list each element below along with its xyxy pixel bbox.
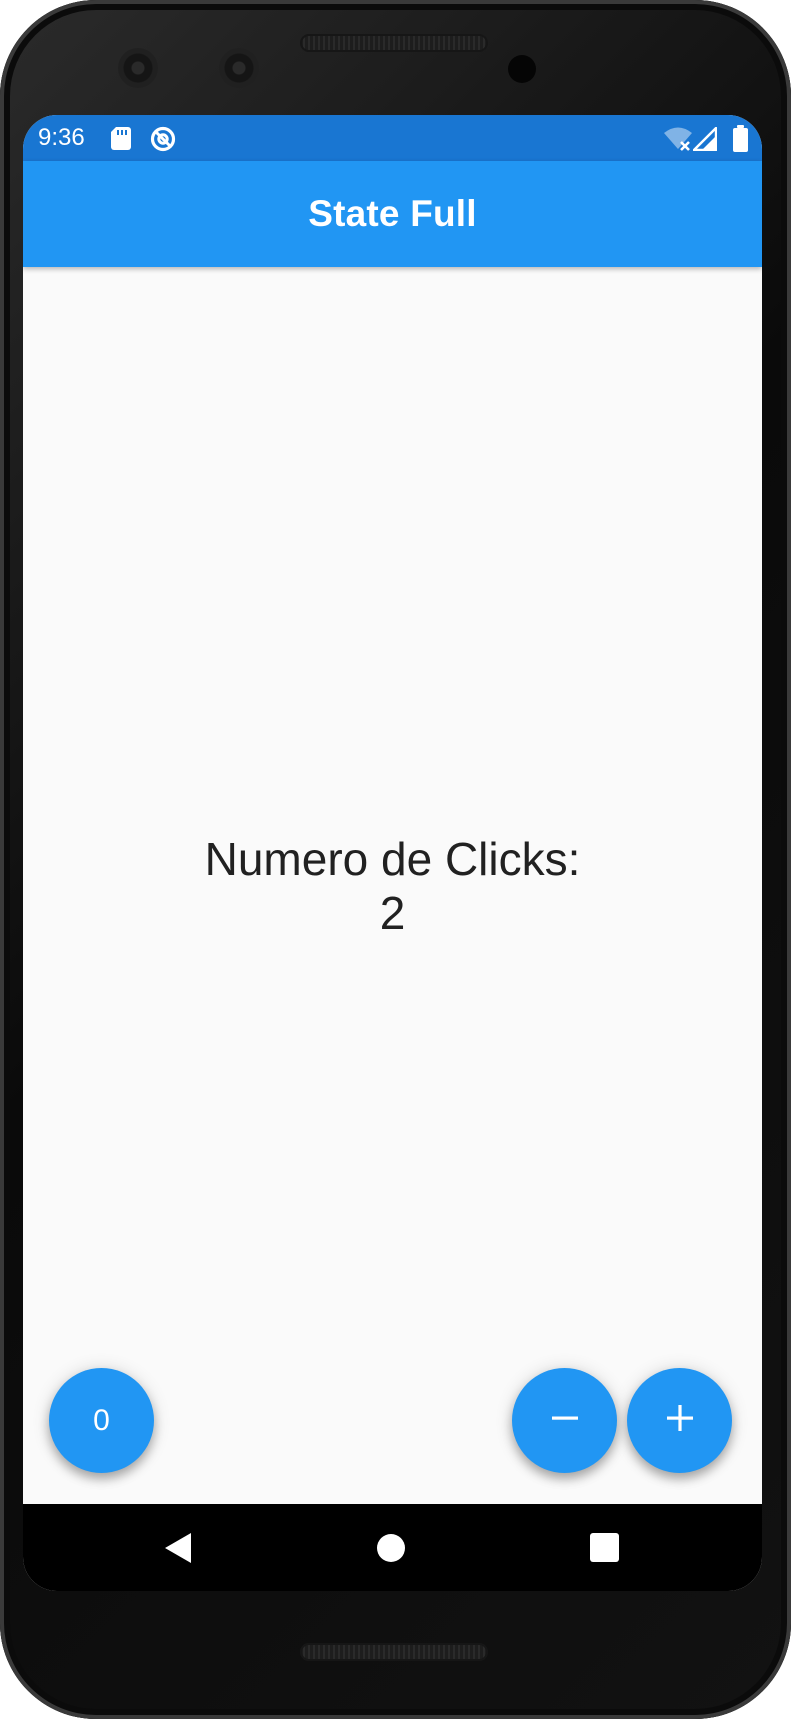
navigation-bar [23, 1504, 762, 1591]
signal-icon [692, 126, 718, 156]
counter-display: Numero de Clicks: 2 [23, 267, 762, 1504]
front-camera-secondary-icon [219, 48, 259, 88]
top-speaker [300, 34, 488, 52]
recents-icon[interactable] [590, 1533, 619, 1567]
status-bar: 9:36 [23, 115, 762, 161]
reset-button[interactable]: 0 [49, 1368, 154, 1473]
status-time: 9:36 [38, 124, 85, 151]
device-screen: 9:36 State Full Numero de Clicks: 2 0 [23, 115, 762, 1591]
counter-value: 2 [379, 886, 406, 939]
page-title: State Full [308, 193, 477, 234]
plus-icon [665, 1403, 695, 1438]
wifi-off-icon [663, 127, 693, 156]
phone-frame: 9:36 State Full Numero de Clicks: 2 0 [0, 0, 791, 1719]
front-camera-icon [118, 48, 158, 88]
bottom-speaker [300, 1643, 488, 1661]
back-icon[interactable] [163, 1532, 193, 1569]
proximity-sensor [508, 55, 536, 83]
sd-card-icon [111, 127, 131, 155]
decrement-button[interactable] [512, 1368, 617, 1473]
minus-icon [550, 1403, 580, 1438]
vpn-icon [150, 126, 176, 157]
counter-label: Numero de Clicks: [204, 832, 581, 885]
battery-icon [733, 125, 748, 157]
increment-button[interactable] [627, 1368, 732, 1473]
home-icon[interactable] [376, 1533, 406, 1568]
app-bar: State Full [23, 161, 762, 267]
reset-button-label: 0 [93, 1403, 110, 1437]
